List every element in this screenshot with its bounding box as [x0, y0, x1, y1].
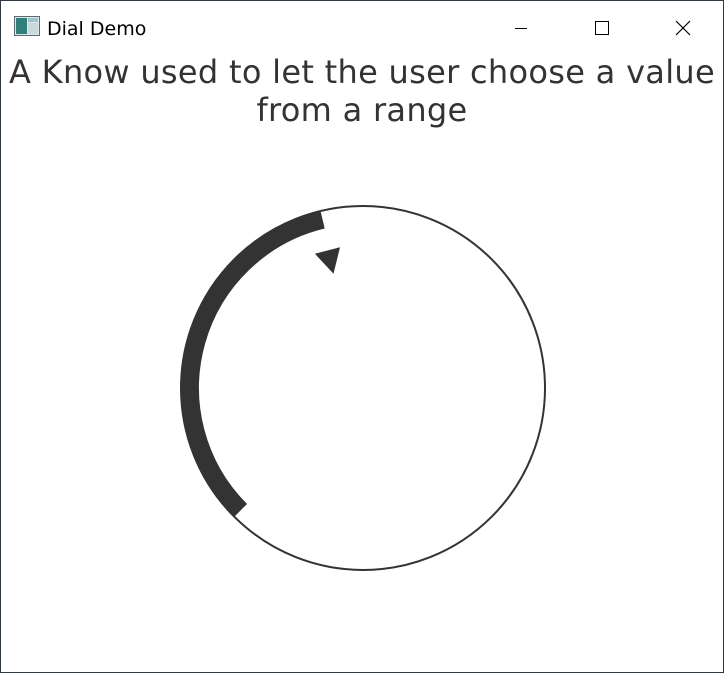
minimize-icon — [515, 28, 527, 29]
maximize-button[interactable] — [562, 1, 642, 55]
title-bar[interactable]: Dial Demo — [1, 1, 723, 55]
app-window-icon — [14, 16, 40, 36]
maximize-icon — [595, 21, 609, 35]
window-title: Dial Demo — [47, 18, 147, 40]
minimize-button[interactable] — [481, 1, 561, 55]
close-button[interactable] — [643, 1, 723, 55]
app-window: Dial Demo A Know used to let the user ch… — [0, 0, 724, 673]
close-icon — [675, 20, 691, 36]
dial-knob[interactable] — [171, 196, 555, 580]
page-heading: A Know used to let the user choose a val… — [9, 53, 715, 129]
